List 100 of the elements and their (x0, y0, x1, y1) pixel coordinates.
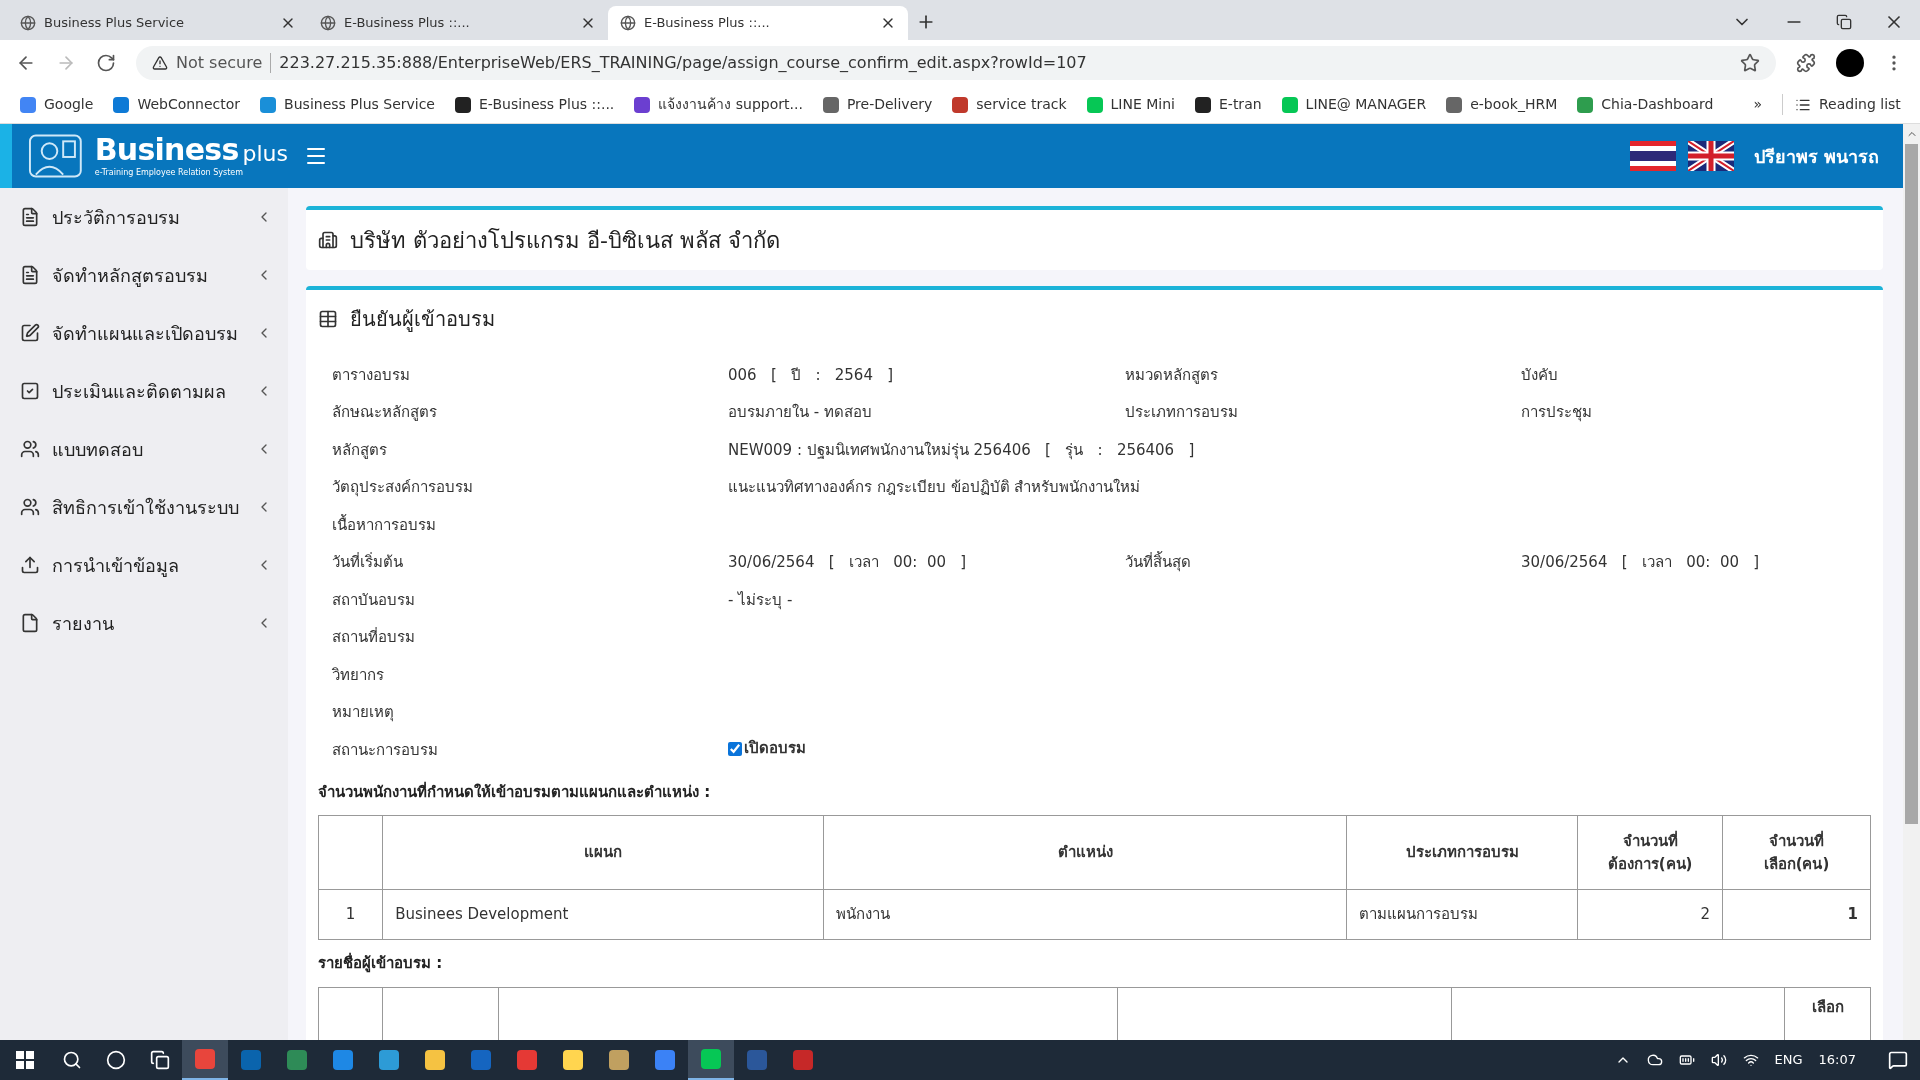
column-header: จำนวนที่เลือก(คน) (1722, 815, 1871, 890)
warning-icon (152, 55, 168, 71)
bookmark-icon (1195, 96, 1211, 113)
globe-icon (620, 15, 636, 31)
network-icon[interactable] (1742, 1052, 1759, 1068)
bookmark-link[interactable]: service track (952, 94, 1067, 115)
browser-tab[interactable]: Business Plus Service (8, 6, 308, 40)
bookmark-icon (634, 96, 651, 113)
extensions-icon[interactable] (1796, 53, 1816, 73)
brand-tagline: e-Training Employee Relation System (94, 169, 245, 177)
field-value: - ไม่ระบุ - (728, 590, 793, 609)
browser-tab[interactable]: E-Business Plus ::... (308, 6, 608, 40)
clock-time[interactable]: 16:07 (1818, 1050, 1856, 1070)
sidebar-item[interactable]: สิทธิการเข้าใช้งานระบบ (0, 478, 288, 536)
checkbox-icon (20, 381, 40, 401)
sidebar-item[interactable]: รายงาน (0, 594, 288, 652)
bookmark-link[interactable]: แจ้งงานค้าง support... (634, 94, 803, 115)
bookmark-icon (113, 96, 130, 113)
bookmark-star-icon[interactable] (1740, 53, 1760, 73)
attendees-title: รายชื่อผู้เข้าอบรม : (318, 952, 444, 975)
field-label: วัตถุประสงค์การอบรม (331, 477, 474, 499)
table-cell: Businees Development (382, 889, 824, 940)
bookmark-icon (260, 96, 277, 113)
cloud-icon[interactable] (1646, 1052, 1663, 1068)
reload-icon[interactable] (96, 53, 116, 73)
field-label: หมายเหตุ (331, 702, 395, 724)
building-icon (318, 230, 338, 250)
bookmark-link[interactable]: Chia-Dashboard (1577, 94, 1714, 115)
table-cell: พนักงาน (823, 889, 1347, 940)
scrollbar[interactable] (1903, 124, 1920, 1040)
windows-start-icon[interactable] (16, 1051, 34, 1069)
search-icon[interactable] (62, 1050, 82, 1070)
bookmark-link[interactable]: Pre-Delivery (822, 94, 933, 115)
status-checkbox[interactable] (728, 741, 742, 756)
column-header: ประเภทการอบรม (1346, 815, 1578, 890)
notifications-icon[interactable] (1888, 1050, 1908, 1070)
quota-title: จำนวนพนักงานที่กำหนดให้เข้าอบรมตามแผนกและตำแหน่ง : (318, 780, 712, 803)
users-icon (20, 497, 40, 517)
bookmark-link[interactable]: E-Business Plus ::... (455, 94, 615, 115)
field-label: วันที่เริ่มต้น (331, 551, 404, 573)
browser-tab[interactable]: E-Business Plus ::... (608, 6, 908, 40)
bookmark-icon (822, 96, 839, 113)
column-header: จำนวนที่ต้องการ(คน) (1577, 815, 1723, 890)
address-bar[interactable]: Not secure 223.27.215.35:888/EnterpriseWeb/ERS_TRAINING/page/assign_course_confirm_edit.aspx?rowId=107 (136, 46, 1776, 80)
globe-icon (20, 15, 36, 31)
field-value: NEW009 : ปฐมนิเทศพนักงานใหม่รุ่น 256406 [ รุ่น : 256406 ] (728, 440, 1195, 459)
sidebar-label: จัดทำแผนและเปิดอบรม (52, 321, 239, 346)
uk-flag-icon[interactable] (1687, 141, 1734, 171)
sidebar-label: จัดทำหลักสูตรอบรม (52, 263, 209, 289)
profile-avatar[interactable] (1836, 49, 1864, 77)
company-name: บริษัท ตัวอย่างโปรแกรม อี-บิซิเนส พลัส จำกัด (350, 226, 780, 255)
sidebar-item[interactable]: ประวัติการอบรม (0, 188, 288, 246)
language-indicator[interactable]: ENG (1774, 1050, 1803, 1070)
cortana-icon[interactable] (106, 1050, 126, 1070)
bookmark-link[interactable]: Business Plus Service (260, 94, 435, 115)
field-label: สถาบันอบรม (331, 589, 416, 611)
tab-title: E-Business Plus ::... (344, 14, 471, 33)
bookmark-icon (1446, 96, 1463, 113)
field-value: 30/06/2564 [ เวลา 00: 00 ] (728, 553, 967, 571)
tab-title: E-Business Plus ::... (644, 14, 771, 33)
user-logo-icon (28, 133, 83, 179)
sidebar-label: ประเมินและติดตามผล (52, 379, 227, 404)
battery-icon[interactable] (1678, 1052, 1695, 1068)
task-view-icon[interactable] (150, 1050, 170, 1070)
table-cell: 1 (1722, 889, 1871, 940)
thai-flag-icon[interactable] (1629, 141, 1676, 171)
bookmark-link[interactable]: WebConnector (113, 94, 241, 115)
bookmark-link[interactable]: e-book_HRM (1446, 94, 1558, 115)
table-cell: 1 (318, 889, 383, 940)
field-label: ลักษณะหลักสูตร (331, 402, 438, 423)
bookmark-icon (20, 96, 36, 113)
sidebar-label: รายงาน (52, 611, 115, 636)
sidebar-item[interactable]: จัดทำหลักสูตรอบรม (0, 246, 288, 304)
url-text: 223.27.215.35:888/EnterpriseWeb/ERS_TRAINING/page/assign_course_confirm_edit.aspx?rowId=107 (279, 52, 1088, 74)
field-label: เนื้อหาการอบรม (331, 513, 437, 536)
field-label: ตารางอบรม (331, 364, 411, 386)
sidebar-label: การนำเข้าข้อมูล (52, 553, 180, 579)
sidebar-item[interactable]: จัดทำแผนและเปิดอบรม (0, 304, 288, 362)
bookmark-icon (455, 96, 471, 113)
bookmark-link[interactable]: Google (20, 94, 94, 115)
field-label: สถานะการอบรม (331, 739, 439, 761)
reading-list-link[interactable]: Reading list (1782, 94, 1901, 115)
field-label: ประเภทการอบรม (1125, 402, 1239, 423)
bookmark-link[interactable]: LINE Mini (1086, 94, 1175, 115)
speaker-icon[interactable] (1710, 1052, 1727, 1068)
field-label: วิทยากร (331, 664, 385, 686)
table-cell: 2 (1577, 889, 1723, 940)
more-bookmarks[interactable]: » (1753, 94, 1762, 115)
globe-icon (320, 15, 336, 31)
restore-icon[interactable] (1836, 14, 1852, 30)
checkbox-label[interactable]: เปิดอบรม (744, 737, 806, 760)
sidebar-item[interactable]: แบบทดสอบ (0, 420, 288, 478)
sidebar-item[interactable]: ประเมินและติดตามผล (0, 362, 288, 420)
field-value: บังคับ (1521, 364, 1558, 386)
bookmark-link[interactable]: E-tran (1195, 94, 1262, 115)
table-icon (318, 309, 338, 329)
bookmark-link[interactable]: LINE@ MANAGER (1281, 94, 1427, 115)
user-name[interactable]: ปรียาพร พนารถ (1753, 142, 1879, 170)
edit-icon (20, 323, 40, 343)
sidebar-item[interactable]: การนำเข้าข้อมูล (0, 536, 288, 594)
